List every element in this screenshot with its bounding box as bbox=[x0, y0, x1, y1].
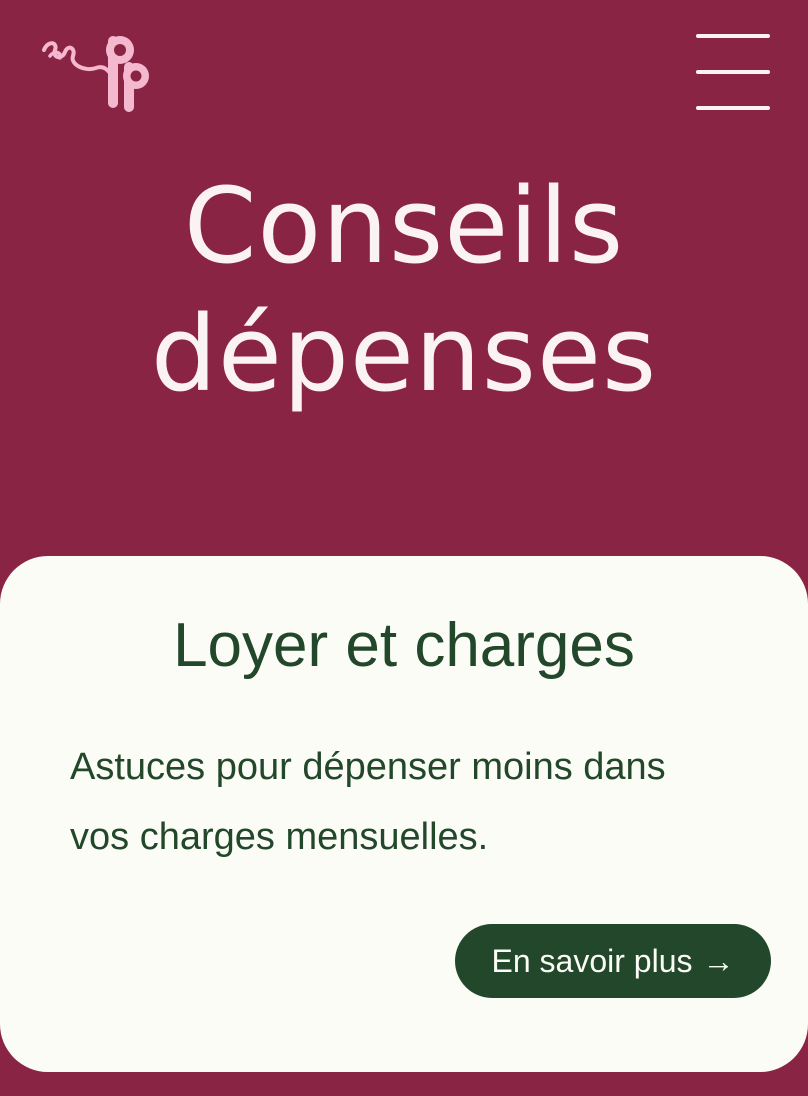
advice-card: Loyer et charges Astuces pour dépenser m… bbox=[0, 556, 808, 1072]
hamburger-menu-icon bbox=[696, 34, 770, 38]
learn-more-label: En savoir plus bbox=[491, 943, 693, 979]
menu-button[interactable] bbox=[694, 32, 772, 114]
hero-title-line1: Conseils bbox=[183, 165, 625, 287]
arrow-right-icon: → bbox=[702, 943, 735, 979]
hamburger-menu-icon-bar bbox=[696, 106, 770, 110]
logo-link[interactable] bbox=[38, 28, 150, 118]
learn-more-button[interactable]: En savoir plus → bbox=[455, 924, 771, 998]
hero-title: Conseils dépenses bbox=[0, 162, 808, 418]
card-title: Loyer et charges bbox=[173, 611, 635, 680]
epp-logo-icon bbox=[42, 36, 149, 112]
hamburger-menu-icon-bar bbox=[696, 70, 770, 74]
card-description: Astuces pour dépenser moins dans vos cha… bbox=[70, 746, 666, 858]
page: Conseils dépenses Loyer et charges Astuc… bbox=[0, 0, 808, 1096]
hero-title-line2: dépenses bbox=[150, 293, 658, 415]
